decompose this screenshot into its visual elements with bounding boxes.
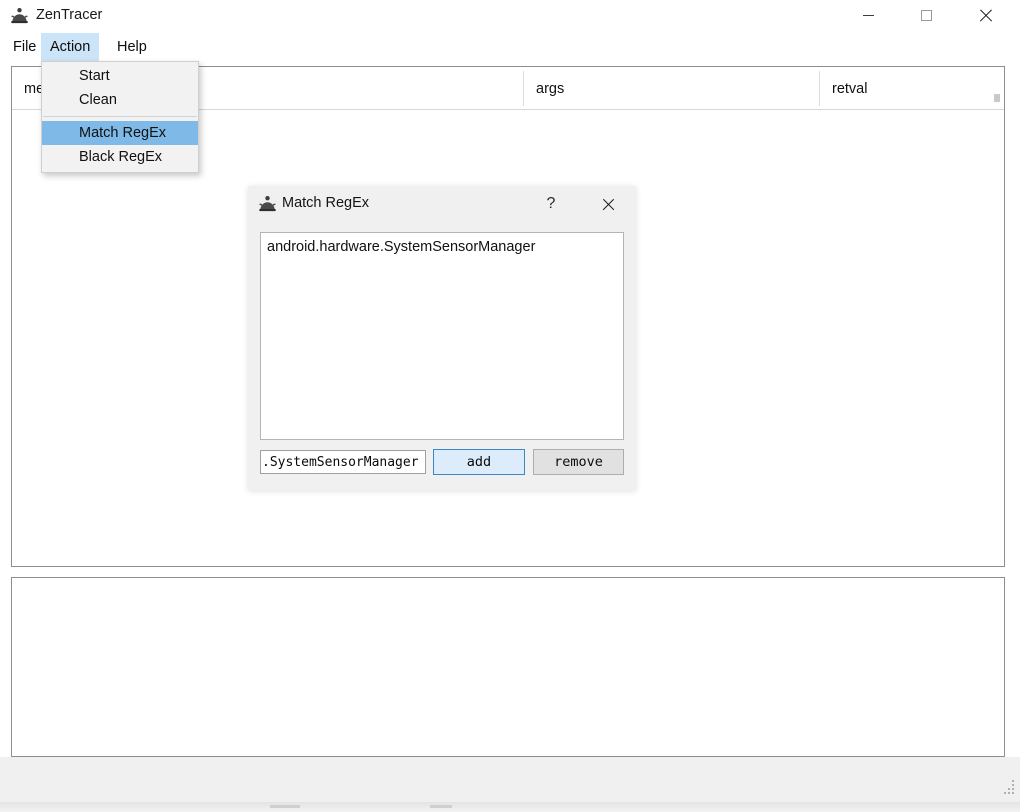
regex-list[interactable]: android.hardware.SystemSensorManager bbox=[260, 232, 624, 440]
window-titlebar: ZenTracer bbox=[0, 0, 1020, 31]
menu-item-clean[interactable]: Clean bbox=[42, 88, 198, 112]
close-icon bbox=[601, 197, 615, 211]
add-button[interactable]: add bbox=[433, 449, 525, 475]
menu-item-black-regex[interactable]: Black RegEx bbox=[42, 145, 198, 169]
zen-meditation-icon bbox=[258, 194, 277, 213]
menu-file[interactable]: File bbox=[4, 33, 45, 61]
dialog-close-button[interactable] bbox=[595, 191, 621, 217]
action-menu-dropdown: Start Clean Match RegEx Black RegEx bbox=[41, 61, 199, 173]
close-icon bbox=[978, 8, 993, 23]
column-header-retval[interactable]: retval bbox=[820, 67, 1004, 110]
menu-action[interactable]: Action bbox=[41, 33, 100, 61]
resize-grip-icon[interactable] bbox=[1003, 780, 1016, 797]
log-pane[interactable] bbox=[11, 577, 1005, 757]
menu-separator bbox=[43, 116, 197, 117]
taskbar-tick-1 bbox=[270, 805, 300, 808]
column-header-args[interactable]: args bbox=[524, 67, 820, 110]
list-item[interactable]: android.hardware.SystemSensorManager bbox=[261, 233, 623, 262]
window-bottom-shadow bbox=[0, 802, 1020, 812]
vertical-scrollbar-thumb[interactable] bbox=[994, 94, 1000, 102]
window-title: ZenTracer bbox=[36, 7, 103, 23]
menubar: File Action Help bbox=[0, 33, 1020, 61]
maximize-icon bbox=[920, 10, 932, 21]
question-mark-icon: ? bbox=[546, 195, 556, 212]
dialog-titlebar: Match RegEx ? bbox=[248, 186, 636, 221]
window-status-strip bbox=[0, 757, 1020, 802]
taskbar-tick-2 bbox=[430, 805, 452, 808]
menu-help[interactable]: Help bbox=[108, 33, 156, 61]
dialog-title: Match RegEx bbox=[282, 195, 370, 211]
close-button[interactable] bbox=[962, 0, 1008, 31]
log-pane-content bbox=[12, 578, 1004, 590]
zen-meditation-icon bbox=[10, 6, 29, 25]
dialog-help-button[interactable]: ? bbox=[538, 191, 564, 217]
minimize-button[interactable] bbox=[845, 0, 891, 31]
menu-item-start[interactable]: Start bbox=[42, 64, 198, 88]
match-regex-dialog: Match RegEx ? android.hardware.SystemSen… bbox=[248, 186, 636, 490]
zentracer-window: ZenTracer File Action Help me args retva… bbox=[0, 0, 1020, 812]
maximize-button[interactable] bbox=[903, 0, 949, 31]
menu-item-match-regex[interactable]: Match RegEx bbox=[42, 121, 198, 145]
minimize-icon bbox=[862, 15, 874, 16]
remove-button[interactable]: remove bbox=[533, 449, 624, 475]
regex-input[interactable] bbox=[260, 450, 426, 474]
